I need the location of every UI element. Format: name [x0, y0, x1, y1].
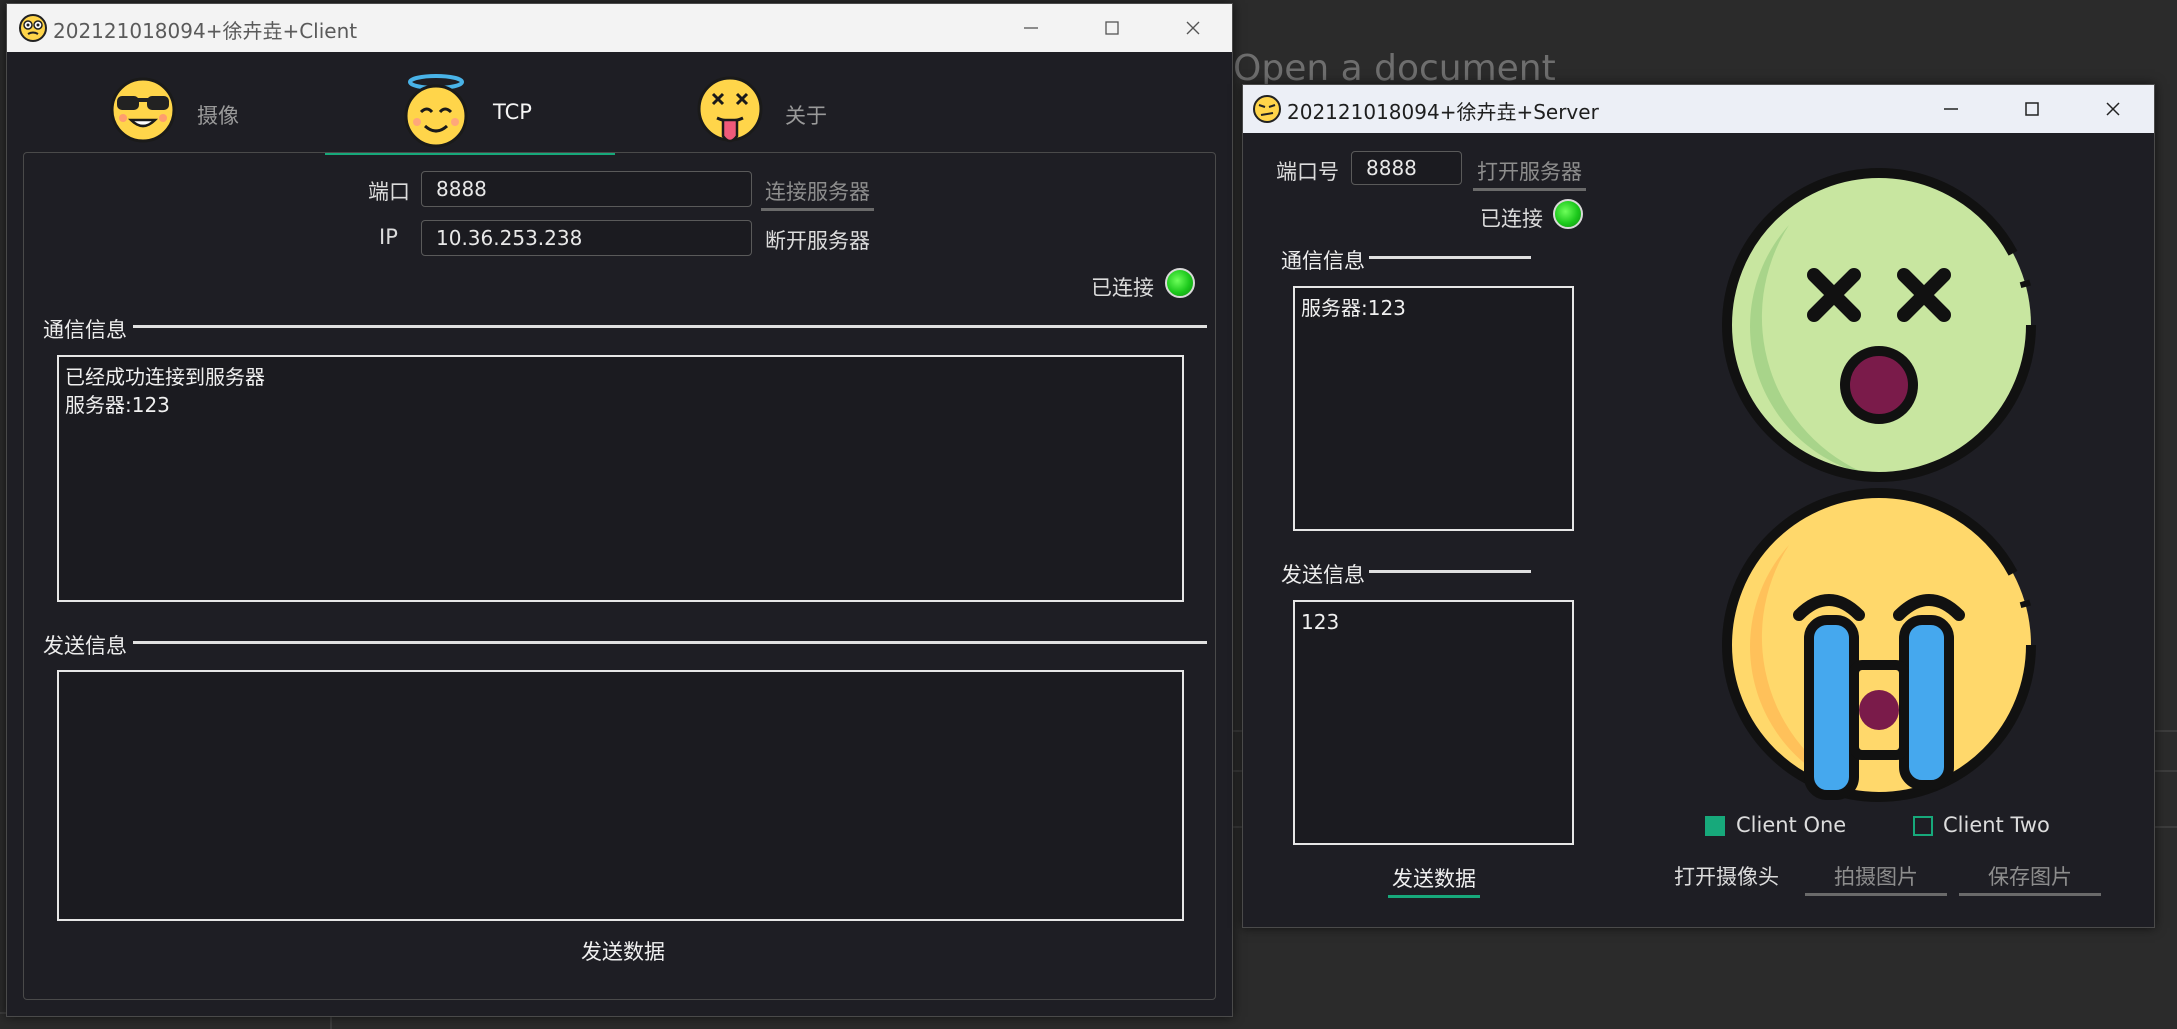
ip-input[interactable]: 10.36.253.238 [421, 220, 752, 256]
dizzy-face-emoji-icon [1719, 165, 2039, 489]
server-comm-info-textbox[interactable]: 服务器:123 [1293, 286, 1574, 531]
server-port-label: 端口号 [1276, 160, 1339, 184]
server-window-title: 202121018094+徐卉垚+Server [1287, 100, 1599, 124]
server-send-info-textbox[interactable]: 123 [1293, 600, 1574, 845]
server-comm-info-title: 通信信息 [1281, 249, 1365, 273]
send-info-divider [133, 641, 1207, 644]
send-info-title: 发送信息 [43, 634, 127, 658]
connection-status-label: 已连接 [1091, 276, 1154, 300]
tab-about-label: 关于 [785, 104, 827, 128]
maximize-icon [2025, 102, 2039, 116]
client-two-label: Client Two [1943, 813, 2050, 837]
tab-camera[interactable]: 摄像 [31, 74, 327, 146]
server-comm-info-divider [1369, 256, 1531, 259]
port-input[interactable]: 8888 [421, 171, 752, 207]
disconnect-server-button[interactable]: 断开服务器 [761, 223, 874, 257]
crying-face-emoji-icon [1719, 485, 2039, 809]
connect-server-button[interactable]: 连接服务器 [761, 174, 874, 211]
server-send-info-title: 发送信息 [1281, 563, 1365, 587]
app-emoji-icon [1253, 95, 1281, 123]
dizzy-tongue-emoji-icon [695, 74, 765, 152]
capture-photo-button[interactable]: 拍摄图片 [1805, 859, 1947, 896]
close-button[interactable] [1163, 4, 1223, 52]
minimize-button[interactable] [1001, 4, 1061, 52]
client-titlebar[interactable]: 202121018094+徐卉垚+Client [7, 4, 1232, 52]
close-button[interactable] [2083, 85, 2143, 133]
tab-tcp-label: TCP [493, 100, 532, 124]
tab-camera-label: 摄像 [197, 104, 239, 128]
server-send-data-button[interactable]: 发送数据 [1388, 861, 1480, 898]
server-port-input[interactable]: 8888 [1351, 151, 1462, 185]
client-two-checkbox[interactable] [1913, 816, 1933, 836]
client-one-label: Client One [1736, 813, 1847, 837]
comm-info-title: 通信信息 [43, 318, 127, 342]
server-send-info-divider [1369, 570, 1531, 573]
connection-status-led [1165, 268, 1195, 298]
tab-about[interactable]: 关于 [615, 74, 911, 146]
tab-tcp[interactable]: TCP [325, 74, 615, 155]
maximize-icon [1105, 21, 1119, 35]
server-status-led [1553, 199, 1583, 229]
maximize-button[interactable] [2002, 85, 2062, 133]
server-window: 202121018094+徐卉垚+Server 端口号 8888 打开服务器 已… [1242, 84, 2155, 928]
port-label: 端口 [368, 180, 410, 204]
background-heading: Open a document [1233, 48, 1556, 89]
minimize-button[interactable] [1921, 85, 1981, 133]
minimize-icon [1024, 27, 1038, 29]
close-icon [2106, 102, 2120, 116]
minimize-icon [1944, 108, 1958, 110]
comm-info-textbox[interactable]: 已经成功连接到服务器 服务器:123 [57, 355, 1184, 602]
app-emoji-icon [19, 14, 47, 42]
send-data-button[interactable]: 发送数据 [577, 934, 669, 968]
close-icon [1186, 21, 1200, 35]
client-window-title: 202121018094+徐卉垚+Client [53, 19, 358, 43]
server-status-label: 已连接 [1480, 207, 1543, 231]
ip-label: IP [379, 225, 398, 249]
halo-emoji-icon [401, 74, 471, 152]
server-titlebar[interactable]: 202121018094+徐卉垚+Server [1243, 85, 2154, 133]
comm-info-divider [133, 325, 1207, 328]
client-one-checkbox[interactable] [1705, 816, 1725, 836]
send-info-textbox[interactable] [57, 670, 1184, 921]
sunglasses-emoji-icon [109, 76, 177, 148]
client-window: 202121018094+徐卉垚+Client 摄像 TCP 关于 端口 888… [6, 3, 1233, 1017]
save-photo-button[interactable]: 保存图片 [1959, 859, 2101, 896]
open-camera-button[interactable]: 打开摄像头 [1670, 859, 1783, 893]
open-server-button[interactable]: 打开服务器 [1473, 154, 1586, 191]
maximize-button[interactable] [1082, 4, 1142, 52]
